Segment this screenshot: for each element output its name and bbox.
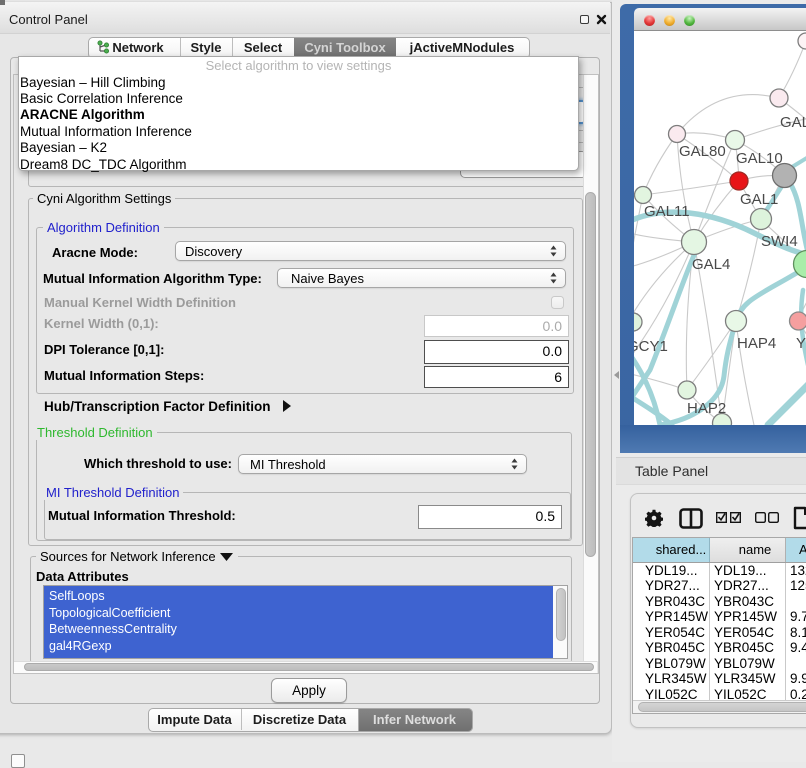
svg-text:GAL11: GAL11	[644, 203, 690, 220]
svg-text:GAL8: GAL8	[780, 114, 806, 131]
svg-text:GAL4: GAL4	[692, 256, 730, 273]
svg-text:HAP2: HAP2	[687, 400, 726, 417]
svg-text:SWI4: SWI4	[761, 233, 798, 250]
svg-text:GCY1: GCY1	[634, 338, 668, 355]
svg-text:GAL1: GAL1	[740, 191, 778, 208]
svg-text:GAL10: GAL10	[736, 150, 783, 167]
svg-text:YP: YP	[796, 335, 806, 352]
svg-text:HAP4: HAP4	[737, 335, 776, 352]
svg-text:GAL80: GAL80	[679, 143, 726, 160]
